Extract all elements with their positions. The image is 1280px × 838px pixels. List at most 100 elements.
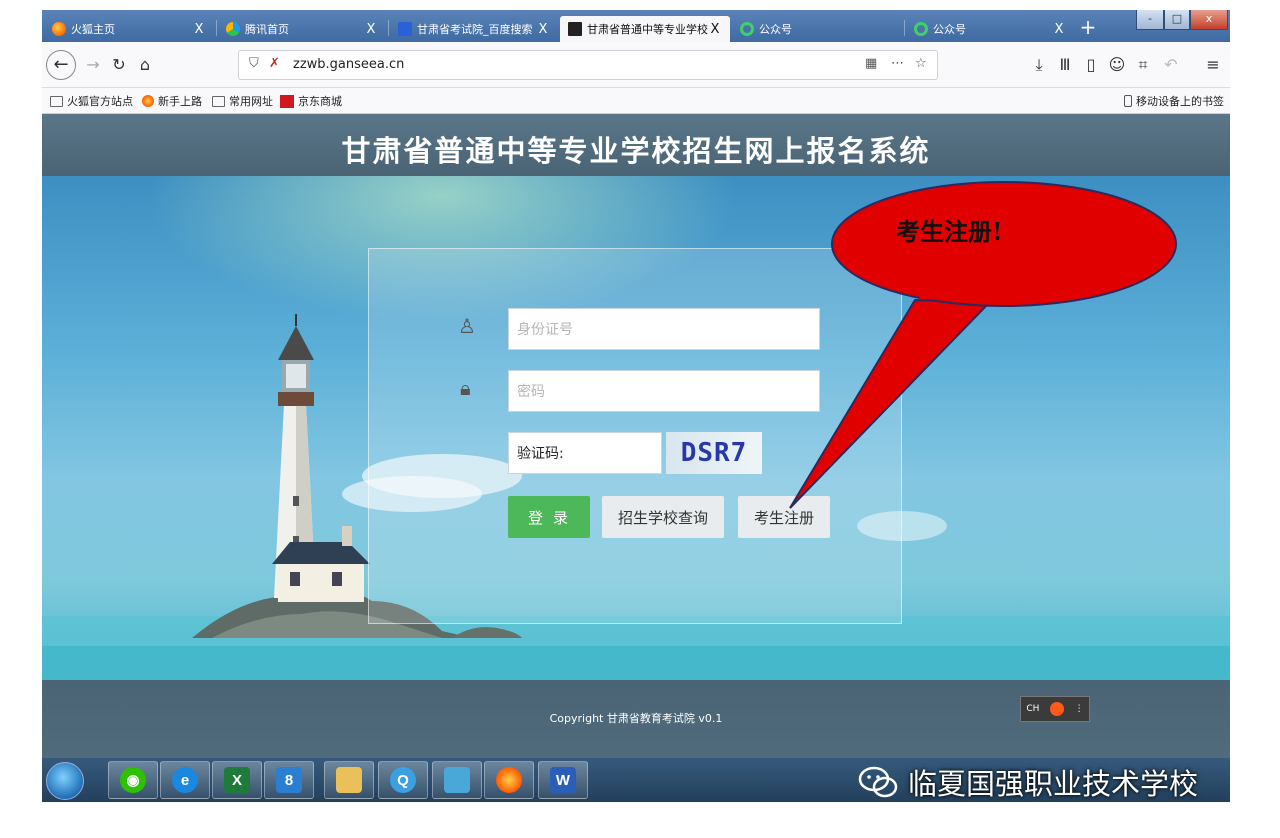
library-button[interactable]: Ⅲ [1052, 52, 1078, 78]
close-window-button[interactable]: x [1190, 10, 1228, 30]
tab-close-icon[interactable]: X [1052, 22, 1066, 37]
page-title: 甘肃省普通中等专业学校招生网上报名系统 [341, 134, 931, 168]
bookmark-mobile[interactable]: 移动设备上的书签 [1124, 93, 1224, 109]
taskbar-word[interactable]: W [538, 761, 588, 799]
crop-icon: ⌗ [1138, 55, 1148, 74]
reload-icon: ↻ [112, 55, 126, 74]
back-button[interactable]: ← [46, 50, 76, 80]
wechat-icon: ◉ [120, 767, 146, 793]
ie-icon: e [172, 767, 198, 793]
hamburger-menu-icon: ≡ [1206, 55, 1220, 74]
tab-separator [216, 20, 217, 36]
windows-taskbar: ◉ e X 8 Q W [42, 758, 1230, 802]
user-icon: ♙ [458, 314, 476, 338]
taskbar-book-app[interactable] [432, 761, 482, 799]
wechat-public-icon [914, 22, 928, 36]
tab-close-icon[interactable]: X [364, 22, 378, 37]
bookmark-star-icon[interactable]: ☆ [915, 56, 927, 71]
firefox-icon [496, 767, 522, 793]
register-button[interactable]: 考生注册 [738, 496, 830, 538]
tab-firefox-home[interactable]: 火狐主页 X [44, 16, 214, 42]
reload-button[interactable]: ↻ [106, 52, 132, 78]
captcha-image[interactable]: DSR7 [666, 432, 762, 474]
password-input[interactable]: 密码 [508, 370, 820, 412]
tab-close-icon[interactable]: X [536, 22, 550, 37]
tab-baidu-search[interactable]: 甘肃省考试院_百度搜索 X [390, 16, 558, 42]
excel-icon: X [224, 767, 250, 793]
new-tab-button[interactable]: + [1076, 16, 1100, 40]
tab-registration-site[interactable]: 甘肃省普通中等专业学校 X [560, 16, 730, 42]
sidebar-button[interactable]: ▯ [1078, 52, 1104, 78]
taskbar-search-app[interactable]: Q [378, 761, 428, 799]
taskbar-firefox[interactable] [484, 761, 534, 799]
tab-separator [388, 20, 389, 36]
folder-icon [212, 95, 225, 107]
taskbar-wechat[interactable]: ◉ [108, 761, 158, 799]
taskbar-app-blue[interactable]: 8 [264, 761, 314, 799]
tab-tencent-home[interactable]: 腾讯首页 X [218, 16, 386, 42]
screenshot-button[interactable]: ⌗ [1130, 52, 1156, 78]
download-icon: ⤓ [1035, 55, 1043, 74]
school-query-button[interactable]: 招生学校查询 [602, 496, 724, 538]
qr-code-icon[interactable]: ▦ [865, 56, 877, 71]
jd-icon [280, 94, 294, 108]
taskbar-excel[interactable]: X [212, 761, 262, 799]
folder-icon [336, 767, 362, 793]
undo-icon: ↶ [1164, 55, 1178, 74]
site-favicon-icon [568, 22, 582, 36]
shield-icon: ⛉ [249, 56, 259, 71]
url-text[interactable]: zzwb.ganseea.cn [293, 57, 404, 72]
account-icon: ☺ [1108, 55, 1126, 74]
tab-wechat-public-2[interactable]: 公众号 X [906, 16, 1074, 42]
bookmarks-toolbar: 火狐官方站点 新手上路 常用网址 京东商城 移动设备上的书签 [42, 88, 1230, 114]
start-button[interactable] [46, 762, 84, 800]
minimize-button[interactable]: - [1136, 10, 1164, 30]
lock-icon: 🔒︎ [460, 376, 471, 400]
address-bar[interactable]: ⛉ ✗ zzwb.ganseea.cn ▦ ⋯ ☆ [238, 50, 938, 80]
maximize-button[interactable]: □ [1164, 10, 1190, 30]
taskbar-explorer[interactable] [324, 761, 374, 799]
browser-tab-strip: 火狐主页 X 腾讯首页 X 甘肃省考试院_百度搜索 X 甘肃省普通中等专业学校 … [42, 10, 1230, 42]
insecure-lock-icon: ✗ [269, 56, 280, 71]
site-footer: Copyright 甘肃省教育考试院 v0.1 CH ⋮ [42, 680, 1230, 758]
web-page: 甘肃省普通中等专业学校招生网上报名系统 ♙ 身份证号 🔒︎ 密码 验证码: DS… [42, 114, 1230, 758]
bookmark-jd-mall[interactable]: 京东商城 [280, 93, 342, 109]
baidu-icon [398, 22, 412, 36]
arrow-right-icon: → [86, 55, 100, 74]
more-actions-icon[interactable]: ⋯ [891, 56, 904, 71]
arrow-left-icon: ← [53, 54, 69, 75]
tab-close-icon[interactable]: X [708, 22, 722, 37]
ime-toolbar[interactable]: CH ⋮ [1020, 696, 1090, 722]
browser-nav-bar: ← → ↻ ⌂ ⛉ ✗ zzwb.ganseea.cn ▦ ⋯ ☆ ⤓ Ⅲ ▯ … [42, 42, 1230, 88]
bookmark-common-sites[interactable]: 常用网址 [212, 93, 273, 109]
id-number-input[interactable]: 身份证号 [508, 308, 820, 350]
taskbar-ie[interactable]: e [160, 761, 210, 799]
site-header: 甘肃省普通中等专业学校招生网上报名系统 [42, 114, 1230, 176]
firefox-icon [142, 95, 154, 107]
account-button[interactable]: ☺ [1104, 52, 1130, 78]
bookmark-getting-started[interactable]: 新手上路 [142, 93, 202, 109]
magnifier-icon: Q [390, 767, 416, 793]
tab-close-icon[interactable]: X [192, 22, 206, 37]
tab-wechat-public-1[interactable]: 公众号 [732, 16, 902, 42]
wechat-public-icon [740, 22, 754, 36]
forward-button[interactable]: → [80, 52, 106, 78]
book-icon [444, 767, 470, 793]
downloads-button[interactable]: ⤓ [1026, 52, 1052, 78]
login-button[interactable]: 登录 [508, 496, 590, 538]
ime-handle-icon: ⋮ [1074, 704, 1084, 714]
tencent-icon [226, 22, 240, 36]
word-icon: W [550, 767, 576, 793]
tab-separator [904, 20, 905, 36]
undo-button[interactable]: ↶ [1158, 52, 1184, 78]
home-button[interactable]: ⌂ [132, 52, 158, 78]
menu-button[interactable]: ≡ [1200, 52, 1226, 78]
mobile-device-icon [1124, 95, 1132, 107]
home-icon: ⌂ [139, 55, 151, 74]
captcha-input[interactable]: 验证码: [508, 432, 662, 474]
bookmark-firefox-official[interactable]: 火狐官方站点 [50, 93, 133, 109]
app-icon: 8 [276, 767, 302, 793]
sogou-ime-icon [1050, 702, 1065, 716]
sidebar-icon: ▯ [1086, 55, 1096, 74]
firefox-icon [52, 22, 66, 36]
